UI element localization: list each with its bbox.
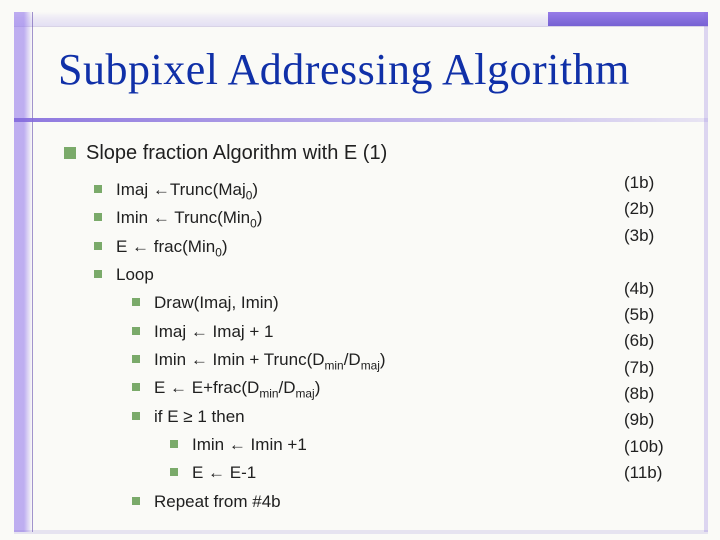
bullet-icon	[132, 355, 140, 363]
slide-title: Subpixel Addressing Algorithm	[58, 44, 630, 95]
algo-line-8: E ← E+frac(Dmin/Dmaj)	[132, 375, 692, 401]
algo-line-2: Imin ← Trunc(Min0)	[94, 205, 692, 231]
line-label: (2b)	[624, 196, 680, 222]
bullet-icon	[132, 383, 140, 391]
bullet-icon	[64, 147, 76, 159]
bullet-icon	[94, 242, 102, 250]
decoration-title-underline	[14, 118, 708, 122]
algo-text: if E ≥ 1 then	[154, 407, 245, 426]
algo-line-4-loop: Loop	[94, 262, 692, 288]
line-label: (6b)	[624, 328, 680, 354]
bullet-icon	[132, 298, 140, 306]
algo-text: Imin ← Imin + Trunc(Dmin/Dmaj)	[154, 350, 386, 369]
bullet-icon	[170, 440, 178, 448]
bullet-icon	[132, 497, 140, 505]
line-label: (5b)	[624, 302, 680, 328]
decoration-left-bar	[14, 12, 33, 532]
line-label: (10b)	[624, 434, 680, 460]
algo-line-10: Imin ← Imin +1	[170, 432, 692, 458]
bullet-icon	[132, 327, 140, 335]
algo-text: Imin ← Imin +1	[192, 435, 307, 454]
slide-content: Slope fraction Algorithm with E (1) Imaj…	[64, 138, 692, 517]
bullet-icon	[170, 468, 178, 476]
algo-line-3: E ← frac(Min0)	[94, 234, 692, 260]
line-label: (7b)	[624, 355, 680, 381]
algo-line-7: Imin ← Imin + Trunc(Dmin/Dmaj)	[132, 347, 692, 373]
algo-text: Repeat from #4b	[154, 492, 281, 511]
algo-text: Imaj ←Trunc(Maj0)	[116, 180, 258, 199]
bullet-icon	[94, 270, 102, 278]
algo-text: E ← E+frac(Dmin/Dmaj)	[154, 378, 320, 397]
line-number-column: (1b) (2b) (3b) . (4b) (5b) (6b) (7b) (8b…	[624, 170, 680, 486]
line-label: (3b)	[624, 223, 680, 249]
line-label: (4b)	[624, 276, 680, 302]
algo-text: Imaj ← Imaj + 1	[154, 322, 274, 341]
algo-text: Loop	[116, 265, 154, 284]
bullet-icon	[132, 412, 140, 420]
bullet-icon	[94, 185, 102, 193]
line-label: (11b)	[624, 460, 680, 486]
decoration-right-strip	[704, 12, 708, 532]
algo-text: E ← E-1	[192, 463, 256, 482]
algo-text: Imin ← Trunc(Min0)	[116, 208, 262, 227]
decoration-bottom	[14, 530, 708, 534]
algo-line-6: Imaj ← Imaj + 1	[132, 319, 692, 345]
algo-line-5: Draw(Imaj, Imin)	[132, 290, 692, 316]
line-label: (8b)	[624, 381, 680, 407]
algo-line-1: Imaj ←Trunc(Maj0)	[94, 177, 692, 203]
algo-text: Draw(Imaj, Imin)	[154, 293, 279, 312]
line-label: (9b)	[624, 407, 680, 433]
bullet-icon	[94, 213, 102, 221]
slide: Subpixel Addressing Algorithm Slope frac…	[0, 0, 720, 540]
heading-bullet: Slope fraction Algorithm with E (1)	[64, 138, 692, 169]
algo-line-11: E ← E-1	[170, 460, 692, 486]
line-label: (1b)	[624, 170, 680, 196]
algo-line-9: if E ≥ 1 then	[132, 404, 692, 430]
heading-text: Slope fraction Algorithm with E (1)	[86, 142, 387, 164]
decoration-top-right	[548, 12, 708, 26]
algo-text: E ← frac(Min0)	[116, 237, 227, 256]
algo-line-12: Repeat from #4b	[132, 489, 692, 515]
